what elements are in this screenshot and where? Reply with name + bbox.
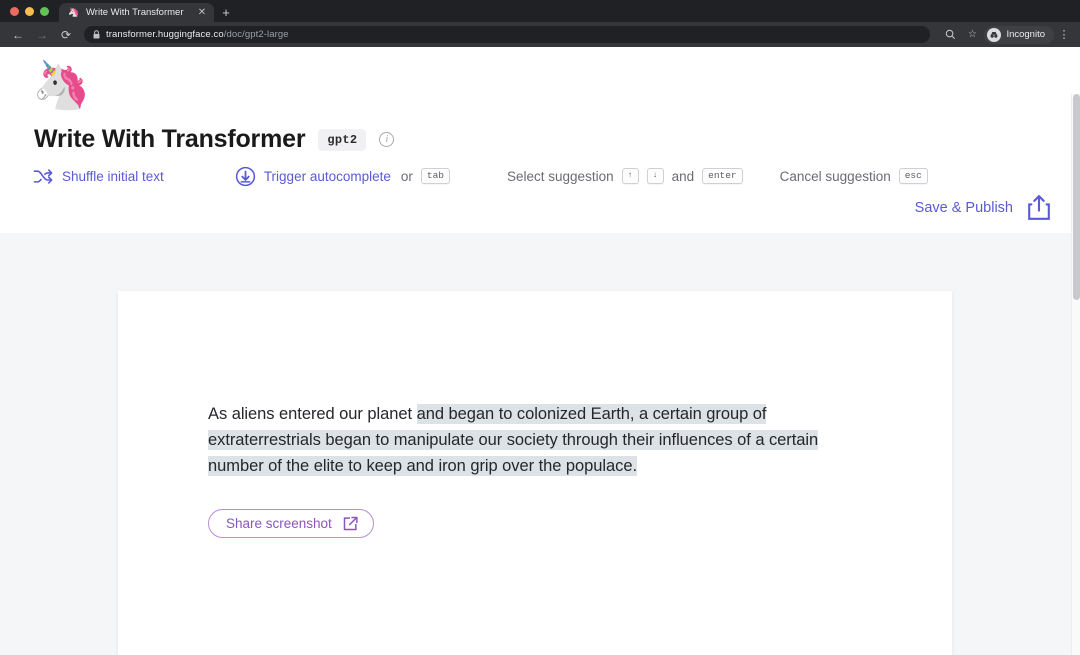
share-screenshot-button[interactable]: Share screenshot — [208, 509, 374, 538]
back-icon[interactable]: ← — [8, 25, 28, 45]
external-link-icon — [343, 516, 358, 531]
new-tab-button[interactable]: + — [214, 3, 238, 22]
unicorn-logo-icon: 🦄 — [32, 58, 91, 111]
reload-icon[interactable]: ⟳ — [56, 25, 76, 45]
key-arrow-down: ↓ — [646, 168, 664, 184]
page-content: 🦄 Write With Transformer gpt2 i Shuffle … — [0, 47, 1080, 655]
browser-tab-title: Write With Transformer — [86, 7, 184, 18]
key-enter: enter — [702, 168, 743, 184]
toolbar-actions: ☆ Incognito ⋮ — [940, 25, 1072, 45]
browser-tab-active[interactable]: 🦄 Write With Transformer ✕ — [59, 3, 214, 22]
cancel-suggestion-group: Cancel suggestion esc — [780, 168, 928, 184]
key-esc: esc — [898, 168, 928, 184]
save-and-publish-button[interactable]: Save & Publish — [915, 194, 1052, 221]
shuffle-initial-text-label: Shuffle initial text — [62, 168, 164, 184]
shuffle-initial-text-button[interactable]: Shuffle initial text — [33, 168, 164, 185]
share-upload-icon[interactable] — [1026, 194, 1052, 221]
page-scrollbar-thumb[interactable] — [1073, 94, 1080, 300]
close-window-button[interactable] — [10, 6, 19, 16]
page-scrollbar[interactable] — [1071, 94, 1080, 655]
address-bar-url: transformer.huggingface.co/doc/gpt2-larg… — [106, 29, 289, 40]
search-icon[interactable] — [940, 25, 960, 45]
trigger-autocomplete-group: Trigger autocomplete or tab — [235, 166, 451, 187]
cancel-suggestion-label: Cancel suggestion — [779, 168, 891, 184]
key-tab: tab — [420, 168, 451, 184]
browser-tabstrip: 🦄 Write With Transformer ✕ + — [0, 0, 1080, 22]
select-suggestion-group: Select suggestion ↑ ↓ and enter — [507, 168, 743, 184]
select-suggestion-label: Select suggestion — [507, 168, 614, 184]
download-circle-icon[interactable] — [235, 166, 256, 187]
or-word: or — [400, 168, 413, 184]
unicorn-favicon-icon: 🦄 — [68, 7, 80, 17]
editor-text[interactable]: As aliens entered our planet and began t… — [208, 401, 848, 479]
incognito-avatar-icon — [987, 27, 1002, 42]
keyboard-hints-row: Shuffle initial text Trigger autocomplet… — [33, 164, 1080, 188]
window-traffic-lights — [8, 0, 57, 22]
save-and-publish-label: Save & Publish — [914, 199, 1013, 216]
model-badge[interactable]: gpt2 — [318, 128, 367, 151]
close-tab-icon[interactable]: ✕ — [196, 7, 208, 18]
key-arrow-up: ↑ — [621, 168, 639, 184]
share-screenshot-label: Share screenshot — [226, 516, 332, 531]
document-sheet[interactable]: As aliens entered our planet and began t… — [118, 291, 952, 655]
incognito-label: Incognito — [1006, 29, 1045, 40]
incognito-profile-chip[interactable]: Incognito — [984, 25, 1054, 44]
url-path: /doc/gpt2-large — [223, 29, 289, 40]
maximize-window-button[interactable] — [40, 6, 49, 16]
site-header: 🦄 Write With Transformer gpt2 i Shuffle … — [0, 47, 1080, 233]
and-word: and — [671, 168, 695, 184]
bookmark-star-icon[interactable]: ☆ — [962, 25, 982, 45]
minimize-window-button[interactable] — [25, 6, 34, 16]
browser-menu-icon[interactable]: ⋮ — [1056, 28, 1072, 41]
document-body: As aliens entered our planet and began t… — [118, 291, 952, 538]
info-icon[interactable]: i — [379, 132, 395, 147]
trigger-autocomplete-label[interactable]: Trigger autocomplete — [264, 169, 391, 184]
browser-toolbar: ← → ⟳ transformer.huggingface.co/doc/gpt… — [0, 22, 1080, 47]
browser-window: 🦄 Write With Transformer ✕ + ← → ⟳ trans… — [0, 0, 1080, 655]
lock-icon — [93, 30, 100, 39]
editor-canvas: As aliens entered our planet and began t… — [0, 233, 1080, 655]
address-bar[interactable]: transformer.huggingface.co/doc/gpt2-larg… — [84, 26, 931, 43]
url-domain: transformer.huggingface.co — [106, 29, 224, 40]
page-title: Write With Transformer — [34, 125, 306, 153]
title-row: Write With Transformer gpt2 i — [34, 125, 1080, 154]
forward-icon[interactable]: → — [32, 25, 52, 45]
shuffle-icon — [33, 168, 54, 185]
prompt-text: As aliens entered our planet — [208, 405, 417, 423]
